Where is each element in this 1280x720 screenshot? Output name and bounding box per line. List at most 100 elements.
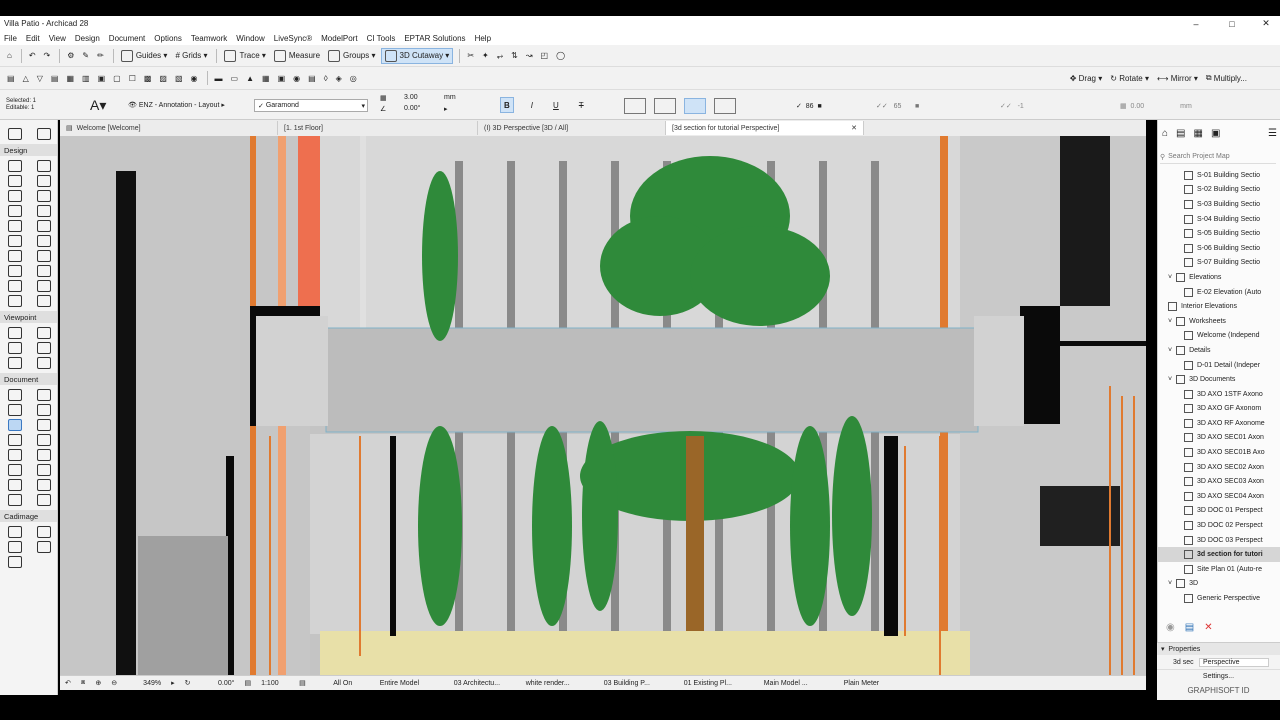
adjust-icon[interactable]: ⇅ [508,48,521,64]
tab-3d-section[interactable]: [3d section for tutorial Perspective] ✕ [666,121,864,135]
graphisoft-id[interactable]: GRAPHISOFT ID [1157,683,1280,697]
select-icon[interactable]: ▧ [172,70,186,86]
fillet-icon[interactable]: ◰ [538,48,552,64]
roof-tool[interactable] [8,220,22,232]
menu-options[interactable]: Options [154,34,182,43]
offset-icon[interactable]: ↝ [523,48,536,64]
scissors-icon[interactable]: ✂ [464,48,477,64]
polyline-tool[interactable] [8,464,22,476]
undo-view-icon[interactable]: ↶ [60,679,76,687]
tab-close-icon[interactable]: ✕ [851,124,857,132]
multiply-button[interactable]: ⧉ Multiply... [1203,70,1250,86]
underline-button[interactable]: U [550,97,562,113]
angle-field[interactable]: 0.00° [404,105,444,113]
renovation-filter[interactable]: 01 Existing Pl... [679,680,759,687]
triangle-down-icon[interactable]: ▽ [34,70,46,86]
viewpoint-section-header[interactable]: Viewpoint [0,311,57,323]
project-map-item[interactable]: 3D AXO SEC04 Axon [1158,489,1280,504]
window-tool[interactable] [37,190,51,202]
trace-button[interactable]: Trace ▾ [221,48,268,64]
menu-design[interactable]: Design [75,34,100,43]
grids-button[interactable]: # Grids ▾ [172,48,210,64]
navigator-menu-icon[interactable]: ☰ [1268,128,1277,144]
hotspot-tool[interactable] [37,479,51,491]
project-map-item[interactable]: S-01 Building Sectio [1158,168,1280,183]
cadimage-tool-3[interactable] [8,541,22,553]
wall-tool[interactable] [8,160,22,172]
layout-book-icon[interactable]: ▦ [1194,128,1203,144]
project-map-item[interactable]: 3D AXO GF Axonom [1158,402,1280,417]
menu-help[interactable]: Help [475,34,491,43]
lamp-tool[interactable] [37,265,51,277]
radial-dimension-tool[interactable] [8,404,22,416]
cadimage-section-header[interactable]: Cadimage [0,510,57,522]
project-map-item[interactable]: S-03 Building Sectio [1158,197,1280,212]
inject-icon[interactable]: ✏ [94,48,107,64]
gem-icon[interactable]: ◈ [333,70,345,86]
interior-elevation-tool[interactable] [8,342,22,354]
scale[interactable]: 1:100 [256,680,294,687]
angle-dimension-tool[interactable] [37,404,51,416]
curtain-wall-tool[interactable] [8,250,22,262]
spline-tool[interactable] [37,464,51,476]
save-view-icon[interactable]: ▤ [1185,622,1194,636]
circle-tool[interactable] [37,449,51,461]
menu-view[interactable]: View [49,34,66,43]
project-map-item[interactable]: 3D AXO SEC03 Axon [1158,474,1280,489]
menu-file[interactable]: File [4,34,17,43]
group-icon[interactable]: ▩ [141,70,155,86]
label-tool[interactable] [37,419,51,431]
pick-icon[interactable]: ✎ [79,48,92,64]
wall-icon[interactable]: ▬ [212,70,226,86]
cadimage-tool-4[interactable] [37,541,51,553]
project-map-item[interactable]: Site Plan 01 (Auto-re [1158,562,1280,577]
bring-front-icon[interactable]: ▣ [95,70,109,86]
design-section-header[interactable]: Design [0,144,57,156]
project-map-item[interactable]: S-02 Building Sectio [1158,183,1280,198]
model-view[interactable]: Entire Model [375,680,449,687]
project-map-item[interactable]: 3D DOC 02 Perspect [1158,518,1280,533]
rotate-button[interactable]: ↻ Rotate ▾ [1107,70,1152,86]
properties-value[interactable]: Perspective [1199,657,1269,667]
menu-livesync[interactable]: LiveSync® [274,34,312,43]
terrain-tool[interactable] [37,295,51,307]
justify-left-button[interactable] [624,98,646,114]
figure-tool[interactable] [8,494,22,506]
opening-tool[interactable] [37,235,51,247]
drag-button[interactable]: ✥ Drag ▾ [1067,70,1106,86]
view-angle[interactable]: 0.00° [195,680,239,687]
model-view-options[interactable]: 03 Building P... [599,680,679,687]
mesh-icon[interactable]: ▦ [259,70,273,86]
minimize-icon[interactable]: – [1184,16,1208,31]
slab-tool[interactable] [37,175,51,187]
chevron-down-icon[interactable]: ˅ [1168,347,1172,354]
project-map-item[interactable]: S-05 Building Sectio [1158,226,1280,241]
lock-icon[interactable]: ☐ [126,70,139,86]
publisher-icon[interactable]: ▣ [1211,128,1220,144]
menu-ci-tools[interactable]: CI Tools [367,34,396,43]
project-map-item[interactable]: 3D AXO RF Axonome [1158,416,1280,431]
project-map-item[interactable]: 3D DOC 03 Perspect [1158,533,1280,548]
line-tool[interactable] [8,449,22,461]
pen-control-2[interactable]: ✓✓ 65 ■ [876,99,966,113]
pen-set[interactable]: 03 Architectu... [449,680,521,687]
arrow-tool[interactable] [8,128,22,140]
split-icon[interactable]: ⥅ [494,48,506,64]
rotate-view-icon[interactable]: ↻ [180,679,196,687]
project-map-item[interactable]: D-01 Detail (Indeper [1158,358,1280,373]
explode-icon[interactable]: ◯ [553,48,568,64]
project-map-icon[interactable]: ⌂ [1162,128,1168,144]
offset-field[interactable]: ▦ 0.00 mm [1120,99,1230,113]
zoom-level[interactable]: 349% [122,680,166,687]
undo-icon[interactable]: ↶ [26,48,39,64]
menu-document[interactable]: Document [109,34,145,43]
chevron-down-icon[interactable]: ˅ [1168,318,1172,325]
zoom-in-icon[interactable]: ⊕ [90,679,106,687]
project-map-item[interactable]: S-07 Building Sectio [1158,256,1280,271]
home-icon[interactable]: ⌂ [4,48,15,64]
guides-button[interactable]: Guides ▾ [118,48,171,64]
box-icon[interactable]: ▣ [275,70,289,86]
beam-tool[interactable] [8,175,22,187]
maximize-icon[interactable]: □ [1220,16,1244,31]
triangle-up-icon[interactable]: △ [20,70,32,86]
